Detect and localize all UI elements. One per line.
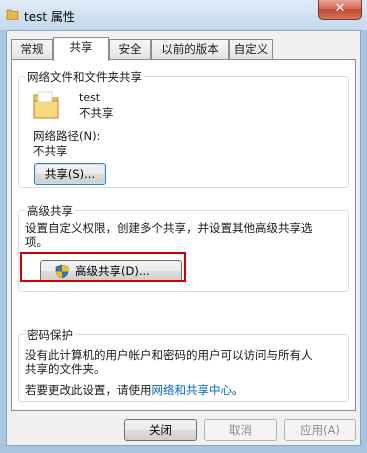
apply-button[interactable]: 应用(A) bbox=[284, 419, 356, 441]
advanced-share-description-line1: 设置自定义权限，创建多个共享，并设置其他高级共享选 bbox=[25, 221, 313, 235]
tab-label: 安全 bbox=[118, 42, 142, 56]
tab-security[interactable]: 安全 bbox=[109, 39, 151, 59]
cancel-button[interactable]: 取消 bbox=[204, 419, 277, 441]
group-legend: 网络文件和文件夹共享 bbox=[25, 69, 144, 85]
window-title: test 属性 bbox=[24, 10, 75, 24]
tab-label: 自定义 bbox=[233, 42, 269, 56]
network-path-value: 不共享 bbox=[33, 144, 68, 158]
title-bar[interactable]: test 属性 ✕ bbox=[0, 0, 367, 30]
password-description-line2: 共享的文件夹。 bbox=[25, 362, 106, 376]
folder-name: test bbox=[79, 91, 101, 104]
advanced-share-description-line2: 项。 bbox=[25, 235, 48, 249]
network-sharing-center-link[interactable]: 网络和共享中心 bbox=[152, 383, 233, 397]
folder-icon bbox=[33, 91, 59, 119]
sharing-panel: 网络文件和文件夹共享 test 不共享 网络路径(N): 不共享 共享(S)..… bbox=[11, 59, 356, 411]
folder-share-status: 不共享 bbox=[79, 106, 114, 120]
network-path-label: 网络路径(N): bbox=[33, 129, 101, 143]
properties-window: test 属性 ✕ 常规 共享 安全 以前的版本 自定义 网络文件和文件夹共享 … bbox=[0, 0, 367, 453]
tab-previous-versions[interactable]: 以前的版本 bbox=[151, 39, 229, 59]
close-icon: ✕ bbox=[334, 1, 346, 16]
tab-sharing[interactable]: 共享 bbox=[53, 37, 109, 61]
share-button[interactable]: 共享(S)... bbox=[34, 163, 106, 185]
folder-icon bbox=[6, 9, 19, 20]
group-legend: 密码保护 bbox=[25, 327, 75, 343]
change-setting-text: 若要更改此设置，请使用网络和共享中心。 bbox=[25, 382, 244, 398]
network-share-group: 网络文件和文件夹共享 test 不共享 网络路径(N): 不共享 共享(S)..… bbox=[18, 69, 349, 188]
close-button[interactable]: 关闭 bbox=[124, 419, 197, 441]
tab-label: 以前的版本 bbox=[161, 42, 219, 56]
password-protection-group: 密码保护 没有此计算机的用户帐户和密码的用户可以访问与所有人 共享的文件夹。 若… bbox=[18, 327, 349, 402]
dialog-client: 常规 共享 安全 以前的版本 自定义 网络文件和文件夹共享 test 不共享 网… bbox=[6, 30, 361, 446]
tab-customize[interactable]: 自定义 bbox=[229, 39, 273, 59]
tab-general[interactable]: 常规 bbox=[11, 39, 53, 59]
tab-label: 常规 bbox=[20, 42, 44, 56]
close-window-button[interactable]: ✕ bbox=[318, 0, 362, 20]
change-setting-suffix: 。 bbox=[232, 383, 244, 397]
group-legend: 高级共享 bbox=[25, 203, 75, 219]
tab-label: 共享 bbox=[69, 40, 93, 54]
change-setting-prefix: 若要更改此设置，请使用 bbox=[25, 383, 152, 397]
highlight-box bbox=[20, 252, 186, 282]
